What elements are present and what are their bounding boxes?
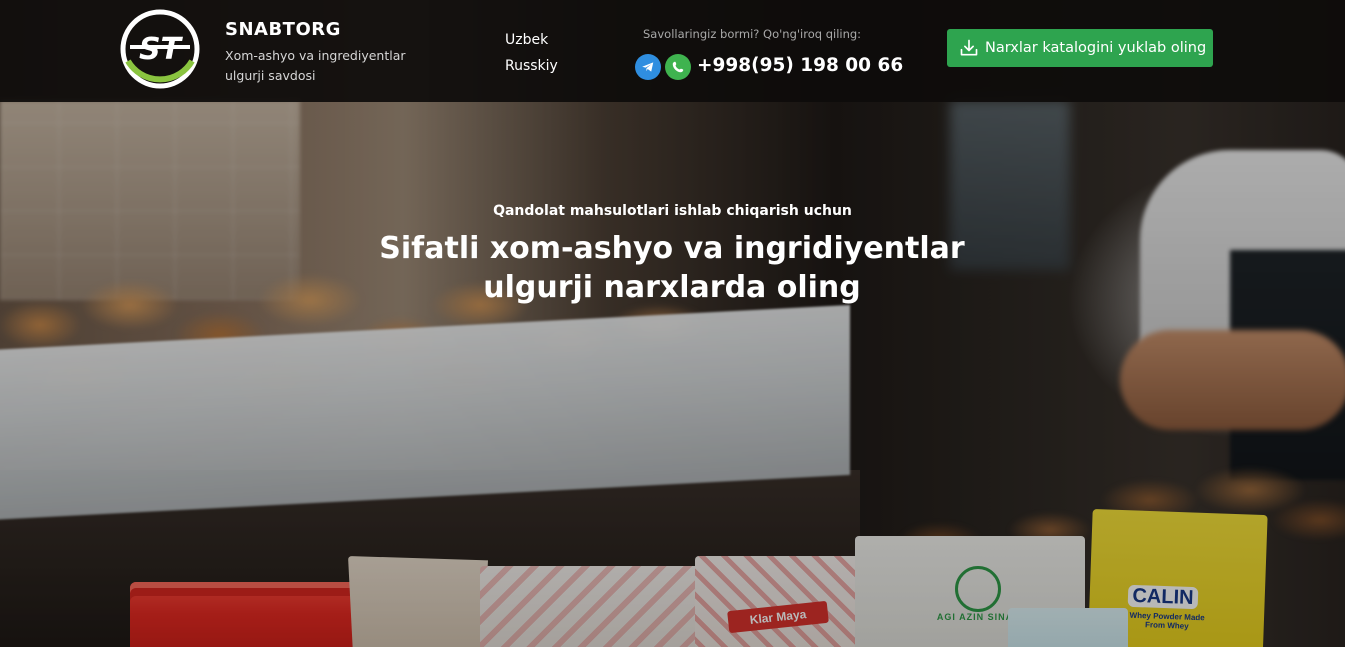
whatsapp-icon[interactable] (665, 54, 691, 80)
download-button-label: Narxlar katalogini yuklab oling (985, 40, 1207, 56)
hero-subtitle: Qandolat mahsulotlari ishlab chiqarish u… (493, 203, 852, 219)
lang-russkiy-link[interactable]: Russkiy (505, 58, 558, 74)
download-catalog-button[interactable]: Narxlar katalogini yuklab oling (947, 29, 1213, 67)
phone-number-link[interactable]: +998(95) 198 00 66 (697, 55, 903, 76)
brand-tagline: Xom-ashyo va ingrediyentlar ulgurji savd… (225, 48, 406, 83)
hero-title: Sifatli xom-ashyo va ingridiyentlar ulgu… (379, 231, 965, 305)
site-header: ST SNABTORG Xom-ashyo va ingrediyentlar … (0, 0, 1345, 102)
telegram-icon[interactable] (635, 54, 661, 80)
download-icon (960, 39, 978, 56)
svg-text:ST: ST (139, 32, 184, 67)
contact-caption: Savollaringiz bormi? Qo'ng'iroq qiling: (643, 27, 862, 41)
brand-name: SNABTORG (225, 19, 341, 40)
snabtorg-logo-icon[interactable]: ST (120, 9, 200, 89)
lang-uzbek-link[interactable]: Uzbek (505, 32, 548, 48)
